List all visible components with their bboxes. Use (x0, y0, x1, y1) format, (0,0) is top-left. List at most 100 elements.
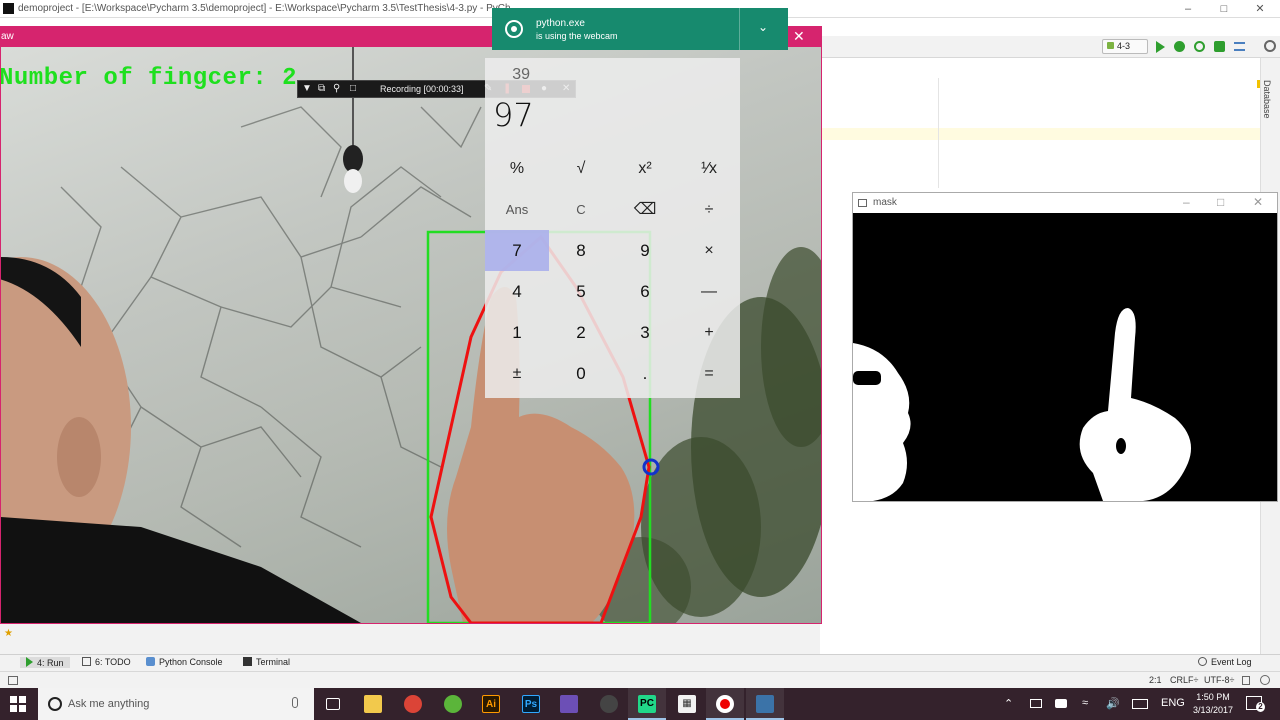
run-config-select[interactable]: 4-3 (1102, 39, 1148, 54)
photoshop-icon: Ps (522, 695, 540, 713)
key-4[interactable]: 4 (485, 271, 549, 312)
network-drive-icon[interactable] (1030, 699, 1042, 708)
dropdown-icon[interactable]: ▼ (302, 83, 312, 94)
key-0[interactable]: 0 (549, 353, 613, 394)
editor-guide (938, 78, 939, 188)
camera-close-icon[interactable]: ✕ (793, 28, 805, 45)
notification-divider (739, 8, 740, 50)
lock-icon[interactable] (1242, 676, 1250, 685)
tab-todo-label: 6: TODO (95, 657, 131, 667)
key-7[interactable]: 7 (485, 230, 549, 271)
battery-icon[interactable] (1055, 699, 1067, 708)
chevron-up-icon[interactable]: ⌃ (1004, 697, 1013, 710)
key-decimal[interactable]: . (613, 353, 677, 394)
cortana-search-box[interactable]: Ask me anything (38, 688, 314, 720)
mask-title-bar[interactable]: mask – □ ✕ (853, 193, 1277, 213)
key-plus[interactable]: + (677, 312, 741, 353)
pycharm-icon: PC (638, 695, 656, 713)
key-6[interactable]: 6 (613, 271, 677, 312)
language-indicator[interactable]: ENG (1161, 697, 1185, 709)
taskbar-python[interactable] (746, 688, 784, 720)
taskbar-file-explorer[interactable] (354, 688, 392, 720)
app-green-icon (444, 695, 462, 713)
key-reciprocal[interactable]: ¹⁄x (677, 148, 741, 189)
window-icon[interactable]: ⧉ (318, 83, 325, 94)
python-console-icon (146, 657, 155, 666)
vcs-icon[interactable] (1234, 42, 1245, 51)
tab-event-log[interactable]: Event Log (1198, 657, 1252, 667)
taskbar-app-purple[interactable] (550, 688, 588, 720)
debug-icon[interactable] (1174, 41, 1185, 52)
minimize-button[interactable]: – (1170, 0, 1206, 18)
region-icon[interactable]: □ (350, 83, 356, 94)
taskbar-app-green[interactable] (434, 688, 472, 720)
webcam-notification[interactable]: python.exe is using the webcam ⌄ (492, 8, 788, 50)
key-ans[interactable]: Ans (485, 189, 549, 230)
microphone-icon[interactable] (292, 697, 298, 708)
taskbar-pycharm[interactable]: PC (628, 688, 666, 720)
close-button[interactable]: ✕ (1242, 0, 1278, 18)
key-8[interactable]: 8 (549, 230, 613, 271)
notification-count: 2 (1256, 702, 1265, 712)
key-1[interactable]: 1 (485, 312, 549, 353)
zoom-icon[interactable]: ⚲ (333, 83, 340, 94)
key-backspace[interactable]: ⌫ (613, 189, 677, 230)
database-tool-tab[interactable]: Database (1262, 80, 1272, 119)
maximize-icon[interactable]: □ (1217, 195, 1224, 209)
file-encoding[interactable]: UTF-8÷ (1204, 675, 1234, 685)
terminal-icon (243, 657, 252, 666)
taskbar-app-dark[interactable] (590, 688, 628, 720)
clock[interactable]: 1:50 PM 3/13/2017 (1186, 691, 1240, 717)
run-icon[interactable] (1156, 41, 1165, 53)
folder-icon (364, 695, 382, 713)
action-center-icon[interactable]: 2 (1246, 696, 1265, 712)
key-2[interactable]: 2 (549, 312, 613, 353)
chevron-down-icon[interactable]: ⌄ (758, 20, 768, 34)
key-negate[interactable]: ± (485, 353, 549, 394)
key-equals[interactable]: = (677, 353, 741, 394)
key-clear[interactable]: C (549, 189, 613, 230)
pycharm-title: demoproject - [E:\Workspace\Pycharm 3.5\… (18, 3, 511, 14)
key-sqrt[interactable]: √ (549, 148, 613, 189)
keyboard-icon[interactable] (1132, 699, 1148, 709)
tab-terminal[interactable]: Terminal (243, 657, 290, 667)
run-icon (26, 657, 33, 667)
close-icon[interactable]: ✕ (1253, 195, 1263, 209)
maximize-button[interactable]: □ (1206, 0, 1242, 18)
coverage-icon[interactable] (1194, 41, 1205, 52)
caret-position[interactable]: 2:1 (1149, 675, 1162, 685)
profile-icon[interactable] (1214, 41, 1225, 52)
key-5[interactable]: 5 (549, 271, 613, 312)
pycharm-toolbar: 4-3 (820, 36, 1280, 58)
taskbar-chrome[interactable] (394, 688, 432, 720)
key-minus[interactable]: — (677, 271, 741, 312)
windows-start-icon[interactable] (10, 696, 26, 712)
wifi-icon[interactable]: ≈ (1082, 697, 1088, 709)
minimize-icon[interactable]: – (1183, 195, 1190, 209)
taskbar-photoshop[interactable]: Ps (512, 688, 550, 720)
favorites-icon[interactable]: ★ (4, 628, 13, 639)
tab-todo[interactable]: 6: TODO (82, 657, 131, 667)
window-icon (858, 199, 867, 207)
key-square[interactable]: x² (613, 148, 677, 189)
search-everywhere-icon[interactable] (1264, 40, 1276, 52)
tab-run[interactable]: 4: Run (20, 657, 70, 668)
toggle-tool-windows-icon[interactable] (8, 676, 18, 685)
calculator-window[interactable]: 39 97 % √ x² ¹⁄x Ans C ⌫ ÷ 7 8 9 × 4 5 6… (485, 58, 740, 398)
key-3[interactable]: 3 (613, 312, 677, 353)
taskbar-calculator[interactable]: ▦ (668, 688, 706, 720)
taskbar-recorder[interactable] (706, 688, 744, 720)
key-9[interactable]: 9 (613, 230, 677, 271)
inspector-icon[interactable] (1260, 675, 1270, 685)
taskbar-illustrator[interactable]: Ai (472, 688, 510, 720)
tab-python-console[interactable]: Python Console (146, 657, 223, 667)
task-view-button[interactable] (314, 688, 352, 720)
current-line-highlight (820, 128, 1260, 140)
mask-window[interactable]: mask – □ ✕ (852, 192, 1278, 502)
key-divide[interactable]: ÷ (677, 189, 741, 230)
line-ending[interactable]: CRLF÷ (1170, 675, 1198, 685)
app-purple-icon (560, 695, 578, 713)
key-percent[interactable]: % (485, 148, 549, 189)
key-multiply[interactable]: × (677, 230, 741, 271)
volume-icon[interactable]: 🔊 (1106, 697, 1120, 710)
